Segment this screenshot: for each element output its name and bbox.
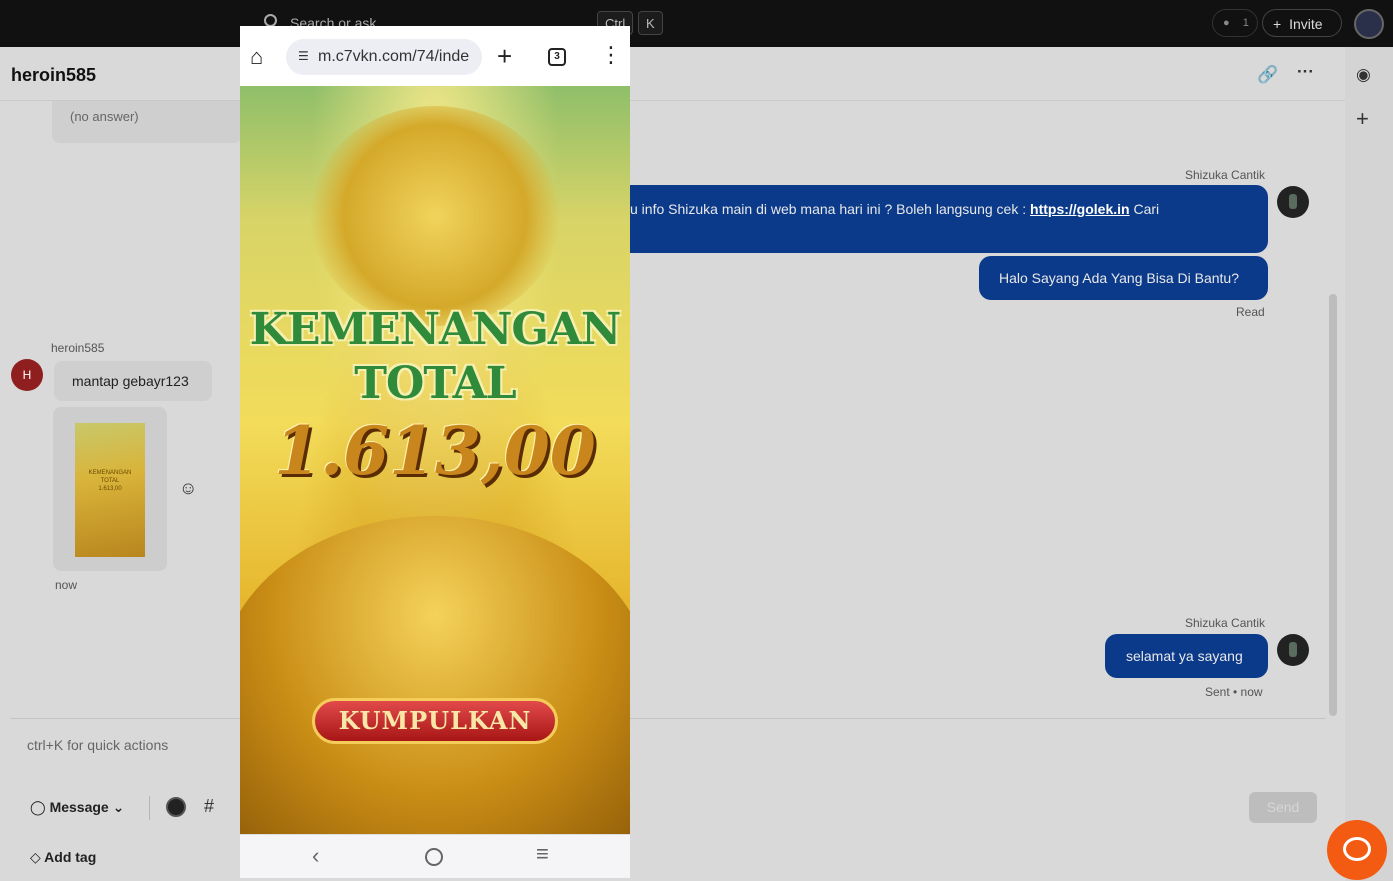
counter-value: 1 [1242, 17, 1249, 29]
status-counter[interactable]: ● 1 [1212, 9, 1258, 37]
add-tag-button[interactable]: ◇ Add tag [30, 849, 96, 866]
thumb-amount: 1.613,00 [98, 486, 122, 492]
chat-launcher-button[interactable] [1327, 820, 1387, 880]
incoming-sender: heroin585 [51, 341, 105, 355]
message-text-tail: Cari [1129, 201, 1160, 217]
thumb-title: KEMENANGAN [88, 470, 132, 476]
chevron-down-icon: ⌄ [112, 799, 125, 815]
drop-icon: ● [1223, 17, 1230, 29]
screenshot-thumbnail[interactable]: KEMENANGAN TOTAL 1.613,00 [75, 423, 145, 557]
outgoing-sender: Shizuka Cantik [1185, 168, 1266, 182]
agent-avatar [1277, 186, 1309, 218]
win-amount: 1.613,00 [274, 412, 596, 490]
dragon-illustration [310, 106, 560, 326]
chat-icon [1343, 837, 1371, 861]
invite-button[interactable]: + Invite [1262, 9, 1342, 37]
user-circle-icon[interactable]: ◉ [1356, 65, 1371, 85]
no-answer-message: (no answer) [52, 101, 242, 143]
message-type-label: Message [49, 799, 109, 815]
new-tab-icon[interactable]: + [497, 41, 512, 72]
recents-icon[interactable]: ≡ [536, 841, 549, 867]
agent-avatar [1277, 634, 1309, 666]
android-nav-bar: ‹ ≡ [240, 834, 630, 878]
outgoing-message: selamat ya sayang [1105, 634, 1268, 678]
home-circle-icon[interactable] [425, 848, 443, 866]
invite-label: Invite [1289, 16, 1323, 32]
emoji-add-icon[interactable]: ☺ [179, 478, 197, 499]
game-win-screen: KEMENANGAN TOTAL 1.613,00 KUMPULKAN [240, 86, 630, 834]
tab-count-button[interactable]: 3 [548, 48, 566, 66]
contact-avatar[interactable]: H [11, 359, 43, 391]
url-text: m.c7vkn.com/74/inde [318, 48, 470, 65]
message-text: u info Shizuka main di web mana hari ini… [630, 201, 1031, 217]
thumb-subtitle: TOTAL [100, 478, 120, 484]
conversation-title: heroin585 [11, 65, 97, 85]
gold-coin-pile [240, 516, 630, 834]
back-icon[interactable]: ‹ [312, 843, 319, 869]
mobile-browser-bar: ⌂ ☰ m.c7vkn.com/74/inde + 3 ⋮ [240, 26, 630, 86]
win-title: KEMENANGAN [249, 304, 622, 355]
link-icon[interactable]: 🔗 [1257, 65, 1278, 85]
conversation-header [0, 47, 1345, 101]
add-tag-label: Add tag [44, 849, 97, 865]
message-link[interactable]: https://golek.in [1030, 201, 1130, 217]
site-settings-icon[interactable]: ☰ [298, 49, 309, 63]
top-bar: Search or ask Ctrl K ● 1 + Invite [0, 0, 1393, 47]
incoming-message: mantap gebayr123 [54, 361, 212, 401]
divider [149, 796, 150, 820]
chat-bubble-icon: ◯ [30, 799, 46, 815]
outgoing-message: Halo Sayang Ada Yang Bisa Di Bantu? [979, 256, 1268, 300]
url-bar[interactable]: ☰ m.c7vkn.com/74/inde [286, 39, 482, 75]
tag-icon: ◇ [30, 849, 41, 865]
incoming-time: now [55, 578, 78, 592]
shortcut-k-key: K [638, 11, 663, 35]
collect-button[interactable]: KUMPULKAN [312, 698, 558, 744]
add-panel-icon[interactable]: + [1356, 106, 1369, 132]
message-status: Read [1236, 305, 1265, 319]
ai-assist-icon[interactable] [166, 797, 186, 817]
message-input[interactable]: ctrl+K for quick actions [27, 737, 168, 753]
home-icon[interactable]: ⌂ [250, 44, 263, 70]
image-attachment[interactable]: KEMENANGAN TOTAL 1.613,00 [53, 407, 167, 571]
phone-screenshot-overlay[interactable]: ⌂ ☰ m.c7vkn.com/74/inde + 3 ⋮ KEMENANGAN… [240, 26, 630, 878]
browser-menu-icon[interactable]: ⋮ [600, 42, 622, 68]
outgoing-sender: Shizuka Cantik [1185, 616, 1266, 630]
message-status: Sent • now [1205, 685, 1263, 699]
hash-icon[interactable]: # [204, 796, 214, 817]
user-avatar[interactable] [1354, 9, 1384, 39]
scrollbar[interactable] [1329, 294, 1337, 716]
message-type-dropdown[interactable]: ◯ Message ⌄ [30, 799, 124, 816]
plus-icon: + [1273, 16, 1282, 32]
right-rail [1345, 47, 1393, 881]
win-subtitle: TOTAL [354, 358, 516, 409]
send-button[interactable]: Send [1249, 792, 1317, 823]
more-icon[interactable]: ··· [1297, 62, 1314, 82]
outgoing-message: u info Shizuka main di web mana hari ini… [600, 185, 1268, 253]
